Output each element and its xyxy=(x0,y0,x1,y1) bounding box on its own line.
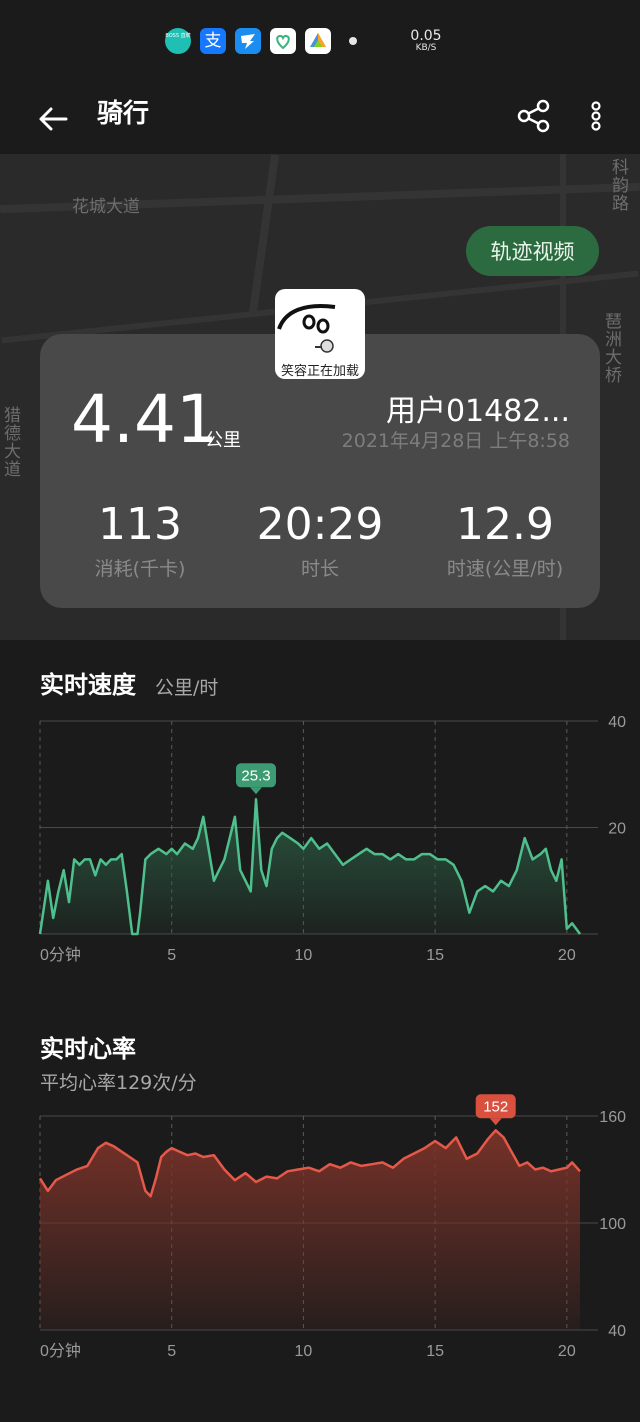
peak-badge-pointer xyxy=(489,1118,502,1126)
user-name: 用户01482... xyxy=(385,394,570,429)
alipay-icon: 支 xyxy=(200,28,226,54)
stat-value: 12.9 xyxy=(456,499,554,550)
page-title: 骑行 xyxy=(97,99,150,129)
x-tick-label: 5 xyxy=(167,1343,176,1360)
stat-value: 113 xyxy=(98,499,182,550)
avatar-face-icon xyxy=(277,304,336,353)
x-tick-label: 20 xyxy=(558,947,576,964)
ride-date: 2021年4月28日 上午8:58 xyxy=(341,430,570,452)
series-area xyxy=(40,799,580,934)
stat-label: 时长 xyxy=(300,558,339,580)
peak-badge-label: 25.3 xyxy=(241,767,270,784)
series-area xyxy=(40,1130,580,1330)
back-button[interactable] xyxy=(30,96,76,142)
distance-unit: 公里 xyxy=(205,430,241,451)
y-tick-label: 160 xyxy=(599,1109,626,1126)
share-icon xyxy=(517,99,550,133)
x-tick-label: 5 xyxy=(167,947,176,964)
speed-section-title: 实时速度 xyxy=(40,671,136,699)
y-tick-label: 100 xyxy=(599,1216,626,1233)
heart-section-title: 实时心率 xyxy=(40,1035,136,1063)
speed-chart: 40 20 0分钟 5 10 15 20 25.3 xyxy=(38,714,626,964)
stat-speed: 12.9 时速(公里/时) xyxy=(415,498,595,581)
status-bar: BOSS 直聘 支 0.05 KB/S xyxy=(0,0,640,84)
x-tick-label: 15 xyxy=(426,947,444,964)
boss-app-label: BOSS 直聘 xyxy=(165,33,191,39)
x-tick-label: 0分钟 xyxy=(40,946,81,964)
notification-dot xyxy=(349,37,357,45)
speed-section-unit: 公里/时 xyxy=(155,677,219,699)
y-tick-label: 40 xyxy=(608,1323,626,1340)
map-label: 花城大道 xyxy=(72,197,140,217)
photos-app-icon xyxy=(305,28,331,54)
peak-badge-label: 152 xyxy=(483,1098,508,1115)
more-button[interactable] xyxy=(578,96,614,140)
distance-value: 4.41 xyxy=(71,381,218,458)
stat-label: 时速(公里/时) xyxy=(446,558,564,580)
arrow-left-icon xyxy=(39,107,68,131)
x-tick-label: 20 xyxy=(558,1343,576,1360)
stat-value: 20:29 xyxy=(256,499,384,550)
share-button[interactable] xyxy=(512,96,556,140)
heart-chart: 160 100 40 0分钟 5 10 15 20 152 xyxy=(38,1094,626,1360)
map-road xyxy=(248,154,280,314)
boss-app-icon: BOSS 直聘 xyxy=(165,28,191,54)
map-label: 科韵路 xyxy=(608,158,628,212)
avatar-caption: 笑容正在加载 xyxy=(280,364,359,379)
y-tick-label: 40 xyxy=(608,714,626,731)
network-speed: 0.05 KB/S xyxy=(404,29,448,53)
stat-calories: 113 消耗(千卡) xyxy=(50,498,230,581)
app-bar: 骑行 xyxy=(0,84,640,154)
stat-duration: 20:29 时长 xyxy=(230,498,410,581)
track-video-button[interactable]: 轨迹视频 xyxy=(466,226,599,276)
map-label: 琶洲大桥 xyxy=(601,312,621,384)
x-tick-label: 15 xyxy=(426,1343,444,1360)
stat-label: 消耗(千卡) xyxy=(94,558,186,580)
map-label: 猎德大道 xyxy=(0,406,20,478)
avatar[interactable]: 笑容正在加载 xyxy=(275,289,365,379)
more-vertical-icon xyxy=(591,101,601,131)
dingtalk-icon xyxy=(235,28,261,54)
network-speed-unit: KB/S xyxy=(415,43,437,53)
x-tick-label: 10 xyxy=(295,1343,313,1360)
y-tick-label: 20 xyxy=(608,821,626,838)
x-tick-label: 0分钟 xyxy=(40,1342,81,1360)
peak-badge-pointer xyxy=(250,787,262,795)
health-app-icon xyxy=(270,28,296,54)
network-speed-value: 0.05 xyxy=(410,28,442,44)
x-tick-label: 10 xyxy=(295,947,313,964)
